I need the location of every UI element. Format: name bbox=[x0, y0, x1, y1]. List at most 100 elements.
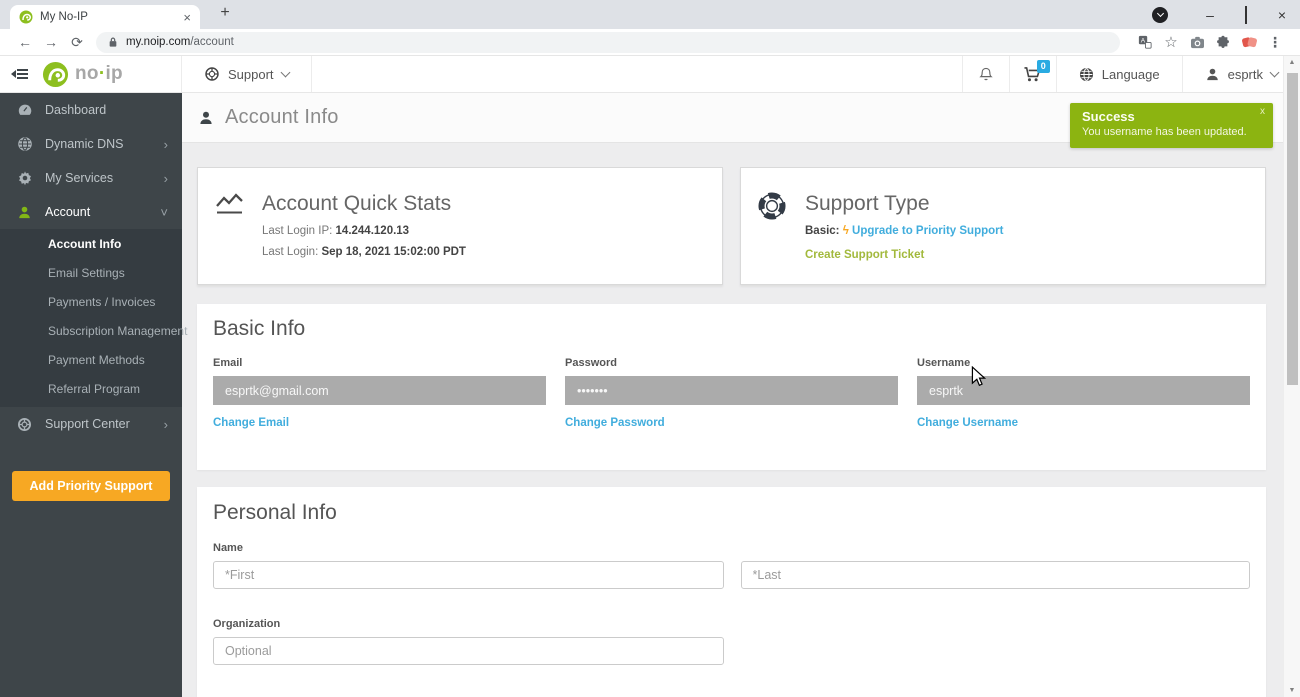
camera-icon[interactable] bbox=[1184, 36, 1210, 49]
scrollbar-thumb[interactable] bbox=[1287, 73, 1298, 385]
password-column: Password Change Password bbox=[565, 357, 898, 431]
card-body: Account Quick Stats Last Login IP: 14.24… bbox=[262, 192, 466, 284]
back-icon[interactable]: ← bbox=[12, 34, 38, 50]
organization-field[interactable] bbox=[213, 637, 724, 665]
submenu-item-email-settings[interactable]: Email Settings bbox=[0, 259, 182, 288]
password-field[interactable] bbox=[565, 376, 898, 405]
forward-icon[interactable]: → bbox=[38, 34, 64, 50]
noip-logo-mark bbox=[42, 61, 69, 88]
tab-title: My No-IP bbox=[40, 11, 176, 23]
extensions-puzzle-icon[interactable] bbox=[1210, 35, 1236, 49]
browser-profile-icon[interactable] bbox=[1152, 7, 1168, 23]
noip-favicon bbox=[19, 10, 33, 24]
last-login-ip-line: Last Login IP: 14.244.120.13 bbox=[262, 225, 466, 237]
card-title: Support Type bbox=[805, 192, 1003, 216]
hamburger-icon bbox=[17, 69, 28, 79]
translate-icon[interactable]: A bbox=[1132, 35, 1158, 49]
card-body: Support Type Basic: ϟ Upgrade to Priorit… bbox=[805, 192, 1003, 284]
username-field[interactable] bbox=[917, 376, 1250, 405]
dashboard-icon bbox=[16, 102, 33, 118]
submenu-item-subscription-management[interactable]: Subscription Management bbox=[0, 317, 182, 346]
app-header: no·ip Support 0 Language esprtk bbox=[0, 56, 1300, 93]
reload-icon[interactable]: ⟳ bbox=[64, 34, 90, 51]
last-login-line: Last Login: Sep 18, 2021 15:02:00 PDT bbox=[262, 246, 466, 258]
submenu-item-payments-invoices[interactable]: Payments / Invoices bbox=[0, 288, 182, 317]
submenu-item-referral-program[interactable]: Referral Program bbox=[0, 375, 182, 404]
organization-label: Organization bbox=[213, 618, 1250, 630]
change-username-link[interactable]: Change Username bbox=[917, 417, 1018, 429]
submenu-item-payment-methods[interactable]: Payment Methods bbox=[0, 346, 182, 375]
sidebar-item-label: Support Center bbox=[45, 417, 130, 431]
sidebar-item-my-services[interactable]: My Services › bbox=[0, 161, 182, 195]
noip-logo[interactable]: no·ip bbox=[38, 56, 181, 92]
name-row bbox=[213, 561, 1250, 589]
sidebar-item-label: Account bbox=[45, 205, 90, 219]
email-field[interactable] bbox=[213, 376, 546, 405]
browser-tab[interactable]: My No-IP × bbox=[10, 5, 200, 29]
sidebar-item-label: Dynamic DNS bbox=[45, 137, 124, 151]
bookmark-star-icon[interactable]: ☆ bbox=[1158, 33, 1184, 51]
cart-button[interactable]: 0 bbox=[1010, 56, 1056, 92]
window-maximize-button[interactable] bbox=[1228, 7, 1264, 23]
language-menu[interactable]: Language bbox=[1057, 56, 1182, 92]
basic-info-panel: Basic Info Email Change Email Password C… bbox=[197, 304, 1266, 470]
support-menu-label: Support bbox=[228, 67, 274, 82]
email-column: Email Change Email bbox=[213, 357, 546, 431]
sidebar: Dashboard Dynamic DNS › My Services › Ac… bbox=[0, 93, 182, 697]
chevron-right-icon: › bbox=[164, 171, 168, 186]
first-name-field[interactable] bbox=[213, 561, 724, 589]
extension-red-icon[interactable] bbox=[1236, 35, 1262, 50]
sidebar-item-label: Dashboard bbox=[45, 103, 106, 117]
success-toast: Success You username has been updated. x bbox=[1070, 103, 1273, 148]
chevron-right-icon: › bbox=[164, 417, 168, 432]
browser-menu-icon[interactable]: ⋮ bbox=[1262, 34, 1288, 51]
globe-icon bbox=[1079, 67, 1094, 82]
sidebar-collapse-button[interactable] bbox=[0, 56, 38, 92]
noip-logo-text: no·ip bbox=[75, 63, 123, 85]
sidebar-item-support-center[interactable]: Support Center › bbox=[0, 407, 182, 441]
create-support-ticket-link[interactable]: Create Support Ticket bbox=[805, 249, 924, 261]
notifications-button[interactable] bbox=[963, 56, 1009, 92]
support-menu[interactable]: Support bbox=[182, 56, 311, 92]
tab-close-icon[interactable]: × bbox=[183, 11, 191, 24]
scroll-up-icon[interactable]: ▲ bbox=[1284, 59, 1300, 66]
chevron-down-icon bbox=[1270, 67, 1280, 77]
submenu-item-account-info[interactable]: Account Info bbox=[0, 230, 182, 259]
last-login-ip-value: 14.244.120.13 bbox=[336, 225, 410, 237]
page-scrollbar[interactable]: ▲ ▼ bbox=[1283, 56, 1300, 697]
account-quick-stats-card: Account Quick Stats Last Login IP: 14.24… bbox=[197, 167, 723, 285]
window-close-button[interactable]: × bbox=[1264, 7, 1300, 23]
add-priority-support-button[interactable]: Add Priority Support bbox=[12, 471, 170, 501]
window-minimize-button[interactable]: – bbox=[1192, 7, 1228, 23]
basic-info-title: Basic Info bbox=[213, 317, 1250, 341]
sidebar-item-label: My Services bbox=[45, 171, 113, 185]
language-label: Language bbox=[1102, 67, 1160, 82]
chevron-right-icon: › bbox=[164, 137, 168, 152]
main-content: Account Info Account Quick Stats Last Lo… bbox=[182, 93, 1283, 697]
user-icon bbox=[16, 205, 33, 220]
sidebar-item-dashboard[interactable]: Dashboard bbox=[0, 93, 182, 127]
change-password-link[interactable]: Change Password bbox=[565, 417, 665, 429]
username-label: Username bbox=[917, 357, 1250, 369]
last-name-field[interactable] bbox=[741, 561, 1251, 589]
support-plan-line: Basic: ϟ Upgrade to Priority Support bbox=[805, 225, 1003, 237]
browser-url-bar: ← → ⟳ my.noip.com/account A ☆ ⋮ bbox=[0, 29, 1300, 56]
last-login-value: Sep 18, 2021 15:02:00 PDT bbox=[321, 246, 465, 258]
scroll-down-icon[interactable]: ▼ bbox=[1284, 687, 1300, 694]
gear-icon bbox=[16, 170, 33, 186]
upgrade-priority-support-link[interactable]: Upgrade to Priority Support bbox=[852, 225, 1003, 237]
address-bar[interactable]: my.noip.com/account bbox=[96, 32, 1120, 53]
basic-info-columns: Email Change Email Password Change Passw… bbox=[213, 357, 1250, 431]
sidebar-item-dynamic-dns[interactable]: Dynamic DNS › bbox=[0, 127, 182, 161]
new-tab-button[interactable]: + bbox=[214, 4, 236, 22]
sidebar-item-account[interactable]: Account ˅ bbox=[0, 195, 182, 229]
lock-icon bbox=[108, 36, 118, 48]
user-icon bbox=[1205, 67, 1220, 82]
window-controls: – × bbox=[1152, 0, 1300, 29]
password-label: Password bbox=[565, 357, 898, 369]
change-email-link[interactable]: Change Email bbox=[213, 417, 289, 429]
user-icon bbox=[198, 110, 214, 126]
toast-close-icon[interactable]: x bbox=[1260, 106, 1265, 117]
card-title: Account Quick Stats bbox=[262, 192, 466, 216]
toast-title: Success bbox=[1082, 109, 1261, 124]
